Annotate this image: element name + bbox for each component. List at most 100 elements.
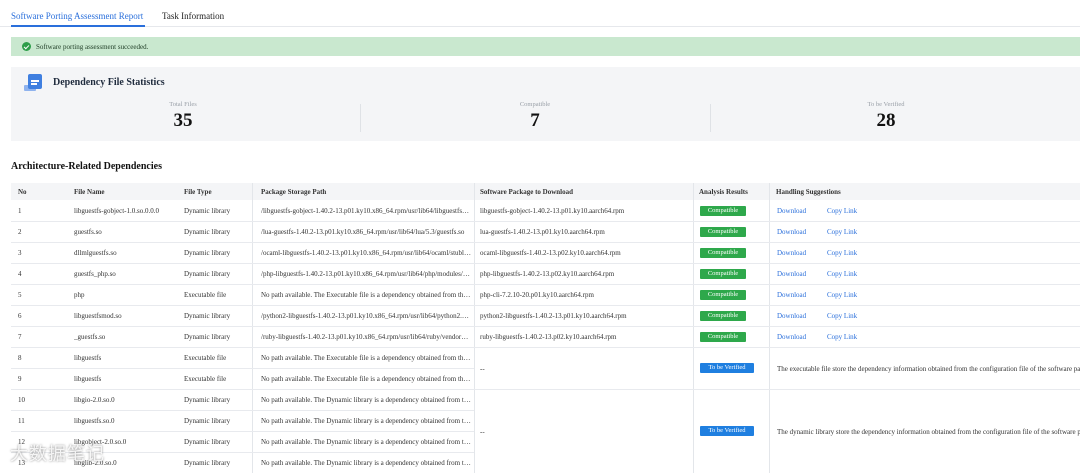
download-link[interactable]: Download [777, 249, 806, 257]
status-badge-compatible: Compatible [700, 311, 746, 321]
column-header-handling-suggestions: Handling Suggestions [776, 188, 841, 196]
column-header-file-name: File Name [74, 188, 105, 196]
status-badge-to-be-verified: To be Verified [700, 363, 754, 373]
file-type: Executable file [184, 354, 227, 362]
file-type: Dynamic library [184, 228, 231, 236]
file-name: libguestfs.so.0 [74, 417, 115, 425]
column-header-analysis-results: Analysis Results [699, 188, 748, 196]
column-separator [252, 183, 253, 473]
column-header-file-type: File Type [184, 188, 212, 196]
stat-compatible: Compatible 7 [435, 101, 635, 132]
row-number: 5 [18, 291, 22, 299]
table-header: No File Name File Type Package Storage P… [11, 183, 1080, 200]
stat-value: 7 [530, 110, 540, 131]
row-number: 10 [18, 396, 25, 404]
stats-title: Dependency File Statistics [53, 77, 165, 88]
download-package-name: libguestfs-gobject-1.40.2-13.p01.ky10.aa… [480, 207, 625, 215]
row-number: 11 [18, 417, 25, 425]
storage-path: No path available. The Dynamic library i… [261, 459, 471, 467]
download-package-name: lua-guestfs-1.40.2-13.p01.ky10.aarch64.r… [480, 228, 605, 236]
storage-path: No path available. The Dynamic library i… [261, 438, 471, 446]
row-divider [11, 263, 1080, 264]
active-tab-indicator [11, 25, 145, 27]
file-type: Dynamic library [184, 249, 231, 257]
row-number: 8 [18, 354, 22, 362]
file-type: Dynamic library [184, 312, 231, 320]
document-stats-icon [28, 74, 42, 89]
tab-porting-report[interactable]: Software Porting Assessment Report [11, 11, 143, 21]
storage-path: /php-libguestfs-1.40.2-13.p01.ky10.x86_6… [261, 270, 471, 278]
column-separator [769, 451, 770, 454]
file-name: libguestfs [74, 375, 102, 383]
file-type: Dynamic library [184, 333, 231, 341]
file-name: libgio-2.0.so.0 [74, 396, 115, 404]
storage-path: No path available. The Executable file i… [261, 291, 471, 299]
download-link[interactable]: Download [777, 312, 806, 320]
watermark: 大数据笔记 [10, 444, 105, 465]
file-name: php [74, 291, 85, 299]
copy-link[interactable]: Copy Link [827, 228, 857, 236]
storage-path: No path available. The Executable file i… [261, 354, 471, 362]
file-type: Dynamic library [184, 396, 231, 404]
success-check-icon [22, 42, 31, 51]
column-separator [769, 409, 770, 412]
download-link[interactable]: Download [777, 207, 806, 215]
success-banner: Software porting assessment succeeded. [11, 37, 1080, 56]
file-name: _guestfs.so [74, 333, 106, 341]
column-separator [693, 409, 694, 412]
success-message: Software porting assessment succeeded. [36, 43, 149, 51]
file-type: Executable file [184, 291, 227, 299]
download-link[interactable]: Download [777, 270, 806, 278]
stat-total-files: Total Files 35 [83, 101, 283, 132]
status-badge-compatible: Compatible [700, 290, 746, 300]
row-number: 3 [18, 249, 22, 257]
dependency-stats-panel: Dependency File Statistics Total Files 3… [11, 67, 1080, 141]
file-type: Dynamic library [184, 207, 231, 215]
copy-link[interactable]: Copy Link [827, 270, 857, 278]
file-name: libguestfs [74, 354, 102, 362]
row-divider [11, 389, 1080, 390]
download-link[interactable]: Download [777, 333, 806, 341]
file-name: libguestfs-gobject-1.0.so.0.0.0 [74, 207, 159, 215]
column-separator [474, 409, 475, 412]
column-separator [769, 367, 770, 370]
copy-link[interactable]: Copy Link [827, 207, 857, 215]
status-badge-compatible: Compatible [700, 248, 746, 258]
stat-label: Compatible [519, 101, 551, 108]
row-divider [11, 284, 1080, 285]
copy-link[interactable]: Copy Link [827, 249, 857, 257]
column-separator [474, 451, 475, 454]
file-type: Dynamic library [184, 417, 231, 425]
row-divider [11, 305, 1080, 306]
row-number: 9 [18, 375, 22, 383]
tab-bar: Software Porting Assessment Report Task … [0, 0, 1080, 27]
file-name: guestfs_php.so [74, 270, 116, 278]
stat-value: 35 [173, 110, 193, 131]
download-package-name: php-cli-7.2.10-20.p01.ky10.aarch64.rpm [480, 291, 594, 299]
file-name: guestfs.so [74, 228, 102, 236]
download-package-name: php-libguestfs-1.40.2-13.p02.ky10.aarch6… [480, 270, 615, 278]
download-package-name: -- [480, 428, 485, 436]
download-link[interactable]: Download [777, 228, 806, 236]
storage-path: /python2-libguestfs-1.40.2-13.p01.ky10.x… [261, 312, 471, 320]
file-name: libguestfsmod.so [74, 312, 122, 320]
tab-task-information[interactable]: Task Information [162, 11, 224, 21]
storage-path: /lua-guestfs-1.40.2-13.p01.ky10.x86_64.r… [261, 228, 465, 236]
file-name: dllmlguestfs.so [74, 249, 117, 257]
stat-to-be-verified: To be Verified 28 [786, 101, 986, 132]
download-link[interactable]: Download [777, 291, 806, 299]
file-type: Dynamic library [184, 438, 231, 446]
download-package-name: ruby-libguestfs-1.40.2-13.p02.ky10.aarch… [480, 333, 617, 341]
stat-label: Total Files [169, 101, 197, 108]
column-separator [693, 451, 694, 454]
merged-cell-mask [475, 452, 1080, 453]
copy-link[interactable]: Copy Link [827, 333, 857, 341]
row-number: 7 [18, 333, 22, 341]
storage-path: No path available. The Dynamic library i… [261, 417, 471, 425]
copy-link[interactable]: Copy Link [827, 291, 857, 299]
handling-suggestion: The dynamic library store the dependency… [777, 428, 1080, 436]
stat-label: To be Verified [867, 101, 905, 108]
storage-path: /ruby-libguestfs-1.40.2-13.p01.ky10.x86_… [261, 333, 471, 341]
row-divider [11, 347, 1080, 348]
copy-link[interactable]: Copy Link [827, 312, 857, 320]
